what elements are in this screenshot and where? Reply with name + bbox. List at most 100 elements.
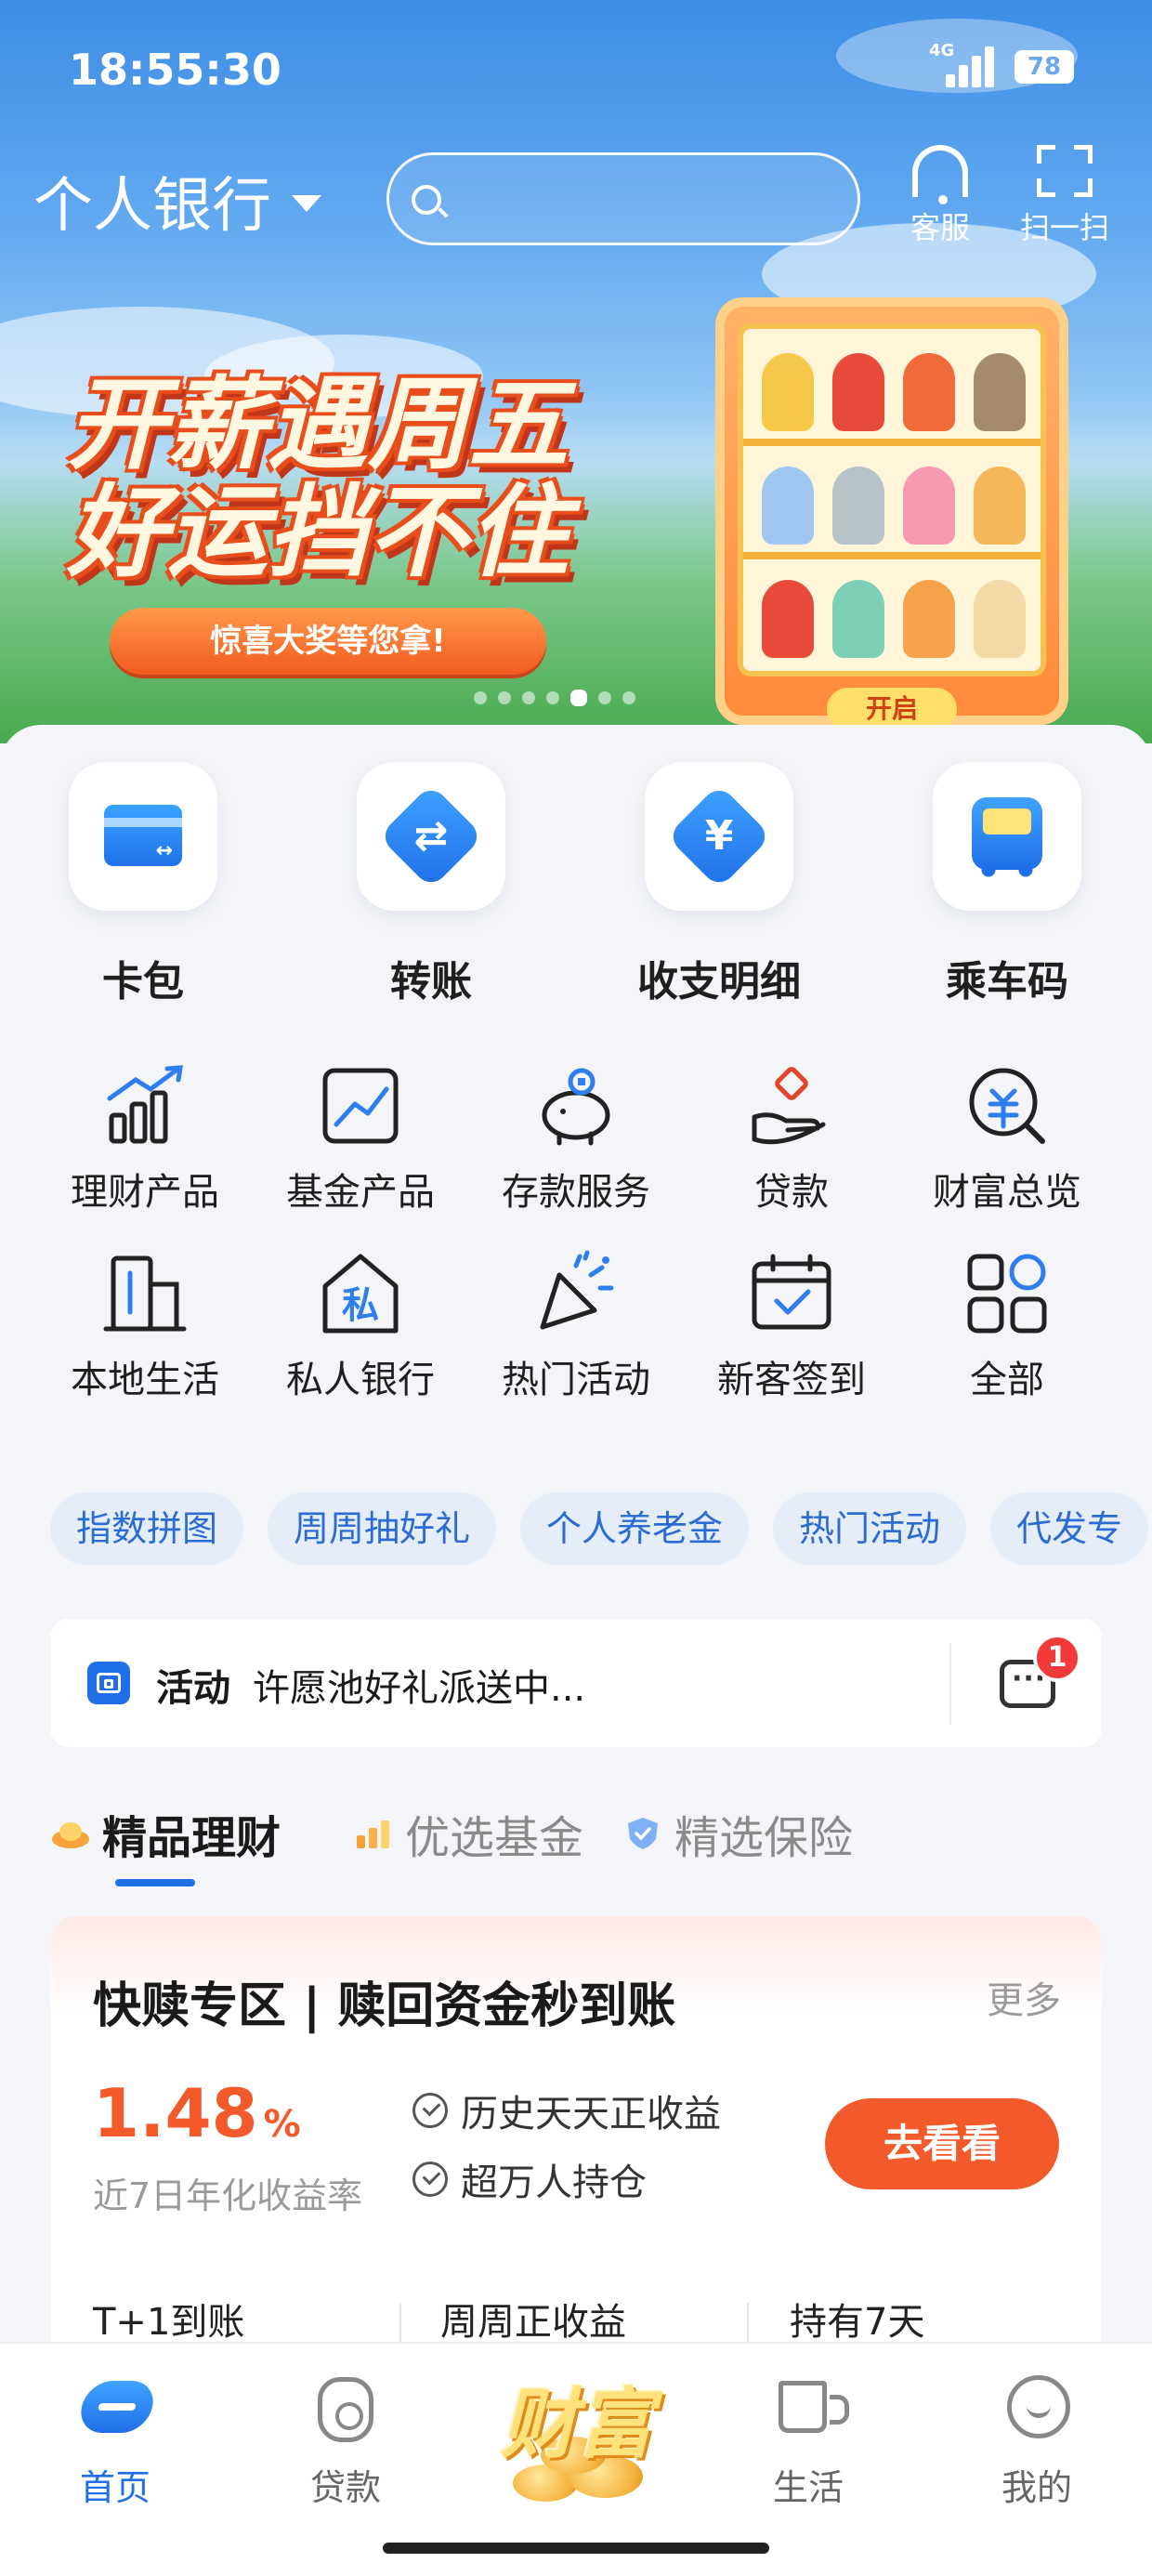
bank-type-switch[interactable]: 个人银行: [33, 158, 321, 243]
money-bag-icon: [318, 2377, 373, 2442]
service-hot-events[interactable]: 热门活动: [468, 1247, 684, 1403]
tag-chip[interactable]: 代发专: [990, 1492, 1149, 1565]
tab-selected-funds[interactable]: 优选基金: [353, 1801, 583, 1866]
search-input[interactable]: [454, 174, 844, 226]
nav-wealth[interactable]: 财富: [476, 2325, 676, 2530]
quick-label: 卡包: [102, 958, 184, 1005]
grid-all-icon: [961, 1247, 1054, 1340]
main-content: 卡包 ⇄ 转账 ¥ 收支明细 乘车码 理财产品: [0, 725, 1152, 2362]
quick-actions: 卡包 ⇄ 转账 ¥ 收支明细 乘车码: [0, 762, 1152, 1041]
quick-label: 乘车码: [946, 958, 1068, 1005]
battery-icon: 78: [1015, 50, 1074, 84]
service-private-bank[interactable]: 私 私人银行: [253, 1247, 468, 1403]
battery-level: 78: [1027, 53, 1062, 81]
service-fund-products[interactable]: 基金产品: [253, 1059, 468, 1216]
transfer-icon: ⇄: [378, 783, 484, 889]
scan-button[interactable]: 扫一扫: [1009, 145, 1120, 247]
service-new-checkin[interactable]: 新客签到: [684, 1247, 899, 1403]
banner-title-line2: 好运挡不住: [67, 475, 569, 591]
nav-label: 首页: [79, 2467, 151, 2508]
feature-item: 超万人持仓: [412, 2152, 647, 2206]
yuan-icon: ¥: [666, 783, 772, 889]
quick-transfer[interactable]: ⇄ 转账: [320, 762, 543, 1007]
wealth-search-icon: [961, 1059, 1054, 1152]
service-deposit[interactable]: 存款服务: [468, 1059, 684, 1216]
nav-home[interactable]: 首页: [41, 2370, 190, 2510]
search-box[interactable]: [386, 152, 860, 245]
yield-rate: 1.48%: [93, 2074, 301, 2152]
feature-item: 历史天天正收益: [412, 2083, 721, 2137]
tab-label: 精选保险: [674, 1812, 854, 1864]
banner-title: 开薪遇周五 好运挡不住: [67, 372, 624, 587]
shield-icon: [628, 1818, 658, 1849]
tag-scroller: 指数拼图 周周抽好礼 个人养老金 热门活动 代发专: [50, 1492, 1152, 1567]
search-icon: [412, 185, 441, 215]
yield-rate-value: 1.48: [93, 2074, 258, 2152]
activity-notice[interactable]: 活动 许愿池好礼派送中... 1: [50, 1619, 1102, 1747]
service-label: 新客签到: [717, 1359, 866, 1401]
service-grid: 理财产品 基金产品 存款服务 贷款 财富总览 本地生活 私 私人银行 热门活动 …: [0, 1059, 1152, 1431]
service-label: 财富总览: [933, 1171, 1081, 1214]
calendar-check-icon: [745, 1247, 838, 1340]
nav-loan[interactable]: 贷款: [271, 2370, 420, 2510]
calendar-icon: [87, 1662, 130, 1704]
banner-title-line1: 开薪遇周五: [67, 367, 569, 483]
nav-mine[interactable]: 我的: [962, 2370, 1111, 2510]
smile-icon: [1007, 2375, 1070, 2438]
home-icon: [76, 2381, 158, 2433]
headset-icon: [912, 145, 968, 204]
nav-label: 我的: [1001, 2467, 1072, 2508]
product-card[interactable]: 快赎专区 | 赎回资金秒到账 更多 1.48% 近7日年化收益率 历史天天正收益…: [50, 1916, 1102, 2362]
toy-machine-illustration: 开启: [715, 297, 1068, 730]
piggy-bank-icon: [530, 1059, 622, 1152]
service-label: 本地生活: [71, 1359, 219, 1401]
tab-selected-insurance[interactable]: 精选保险: [622, 1801, 853, 1866]
nav-label: 生活: [772, 2467, 844, 2508]
nav-label: 贷款: [309, 2467, 381, 2508]
hero-banner-area: 18:55:30 4G 78 个人银行 客服 扫一扫 开薪遇周五 好运挡不住 惊…: [0, 0, 1152, 743]
app-screen: 18:55:30 4G 78 个人银行 客服 扫一扫 开薪遇周五 好运挡不住 惊…: [0, 0, 1152, 2576]
message-badge: 1: [1033, 1634, 1081, 1682]
card-wallet-icon: [104, 805, 182, 866]
quick-card-wallet[interactable]: 卡包: [32, 762, 255, 1007]
quick-label: 转账: [390, 958, 472, 1005]
footer-item: 持有7天: [790, 2301, 925, 2344]
top-bar: 个人银行 客服 扫一扫: [0, 139, 1152, 269]
banner-pill: 惊喜大奖等您拿!: [110, 608, 546, 675]
service-local-life[interactable]: 本地生活: [37, 1247, 253, 1403]
cup-icon: [779, 2381, 849, 2433]
service-wealth-overview[interactable]: 财富总览: [899, 1059, 1115, 1216]
building-icon: [98, 1247, 191, 1340]
hand-coin-icon: [745, 1059, 838, 1152]
promo-banner[interactable]: 开薪遇周五 好运挡不住 惊喜大奖等您拿! 开启: [0, 279, 1152, 730]
tag-chip[interactable]: 热门活动: [773, 1492, 967, 1565]
quick-bus-code[interactable]: 乘车码: [896, 762, 1119, 1007]
product-tabs: 精品理财 优选基金 精选保险: [50, 1801, 1102, 1886]
banner-pagination: [474, 690, 635, 706]
tag-chip[interactable]: 指数拼图: [50, 1492, 244, 1565]
view-button[interactable]: 去看看: [825, 2098, 1059, 2189]
nav-life[interactable]: 生活: [734, 2370, 883, 2510]
quick-transactions[interactable]: ¥ 收支明细: [608, 762, 831, 1007]
quick-label: 收支明细: [637, 958, 801, 1005]
bar-chart-icon: [357, 1820, 389, 1848]
tag-chip[interactable]: 周周抽好礼: [268, 1492, 497, 1565]
home-indicator: [383, 2543, 769, 2554]
service-all[interactable]: 全部: [899, 1247, 1115, 1403]
tag-chip[interactable]: 个人养老金: [520, 1492, 750, 1565]
divider: [949, 1643, 951, 1725]
activity-text: 许愿池好礼派送中...: [253, 1667, 586, 1710]
more-link[interactable]: 更多: [987, 1970, 1061, 2024]
svg-text:私: 私: [342, 1284, 379, 1327]
service-loan[interactable]: 贷款: [684, 1059, 899, 1216]
service-label: 私人银行: [286, 1359, 435, 1401]
service-label: 基金产品: [286, 1171, 435, 1214]
customer-service-button[interactable]: 客服: [884, 145, 996, 247]
feature-text: 超万人持仓: [461, 2162, 647, 2204]
yield-rate-label: 近7日年化收益率: [93, 2175, 363, 2216]
check-circle-icon: [412, 2162, 448, 2197]
tab-premium-wealth[interactable]: 精品理财: [50, 1801, 281, 1866]
check-circle-icon: [412, 2093, 448, 2128]
bottom-nav: 首页 贷款 财富 生活 我的: [0, 2342, 1152, 2576]
service-wealth-products[interactable]: 理财产品: [37, 1059, 253, 1216]
